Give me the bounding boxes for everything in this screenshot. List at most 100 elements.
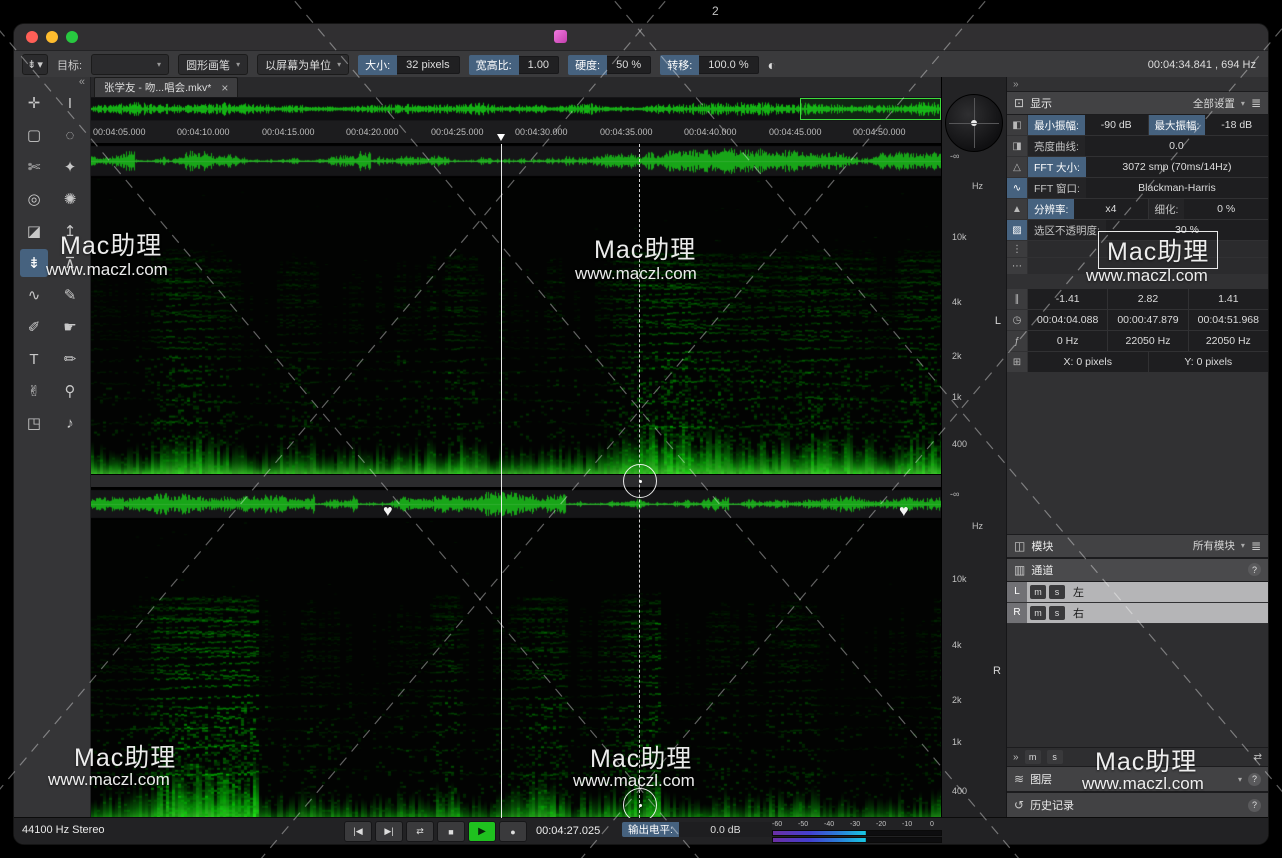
audio-tool[interactable]: ♪ bbox=[56, 409, 84, 437]
dashed-pattern-icon[interactable]: ⋯ bbox=[1007, 258, 1027, 274]
collapse-right-panel-icon[interactable]: » bbox=[1013, 79, 1019, 90]
target-select[interactable]: ▾ bbox=[91, 54, 169, 75]
spot-tool[interactable]: ◎ bbox=[20, 185, 48, 213]
brush-shape-select[interactable]: 圆形画笔▾ bbox=[178, 54, 248, 75]
text-cursor-tool[interactable]: I bbox=[56, 89, 84, 117]
menu-icon[interactable]: ≣ bbox=[1251, 96, 1261, 110]
flare-tool[interactable]: ✺ bbox=[56, 185, 84, 213]
stop-button[interactable]: ■ bbox=[437, 821, 465, 842]
pixel-y: Y: 0 pixels bbox=[1149, 352, 1269, 372]
fft-size-label: FFT 大小: bbox=[1028, 157, 1086, 177]
channel-divider[interactable] bbox=[91, 474, 941, 488]
menu-icon[interactable]: ≣ bbox=[1251, 539, 1261, 553]
skip-end-button[interactable]: ▶| bbox=[375, 821, 403, 842]
channels-section-header[interactable]: ▥ 通道 ? bbox=[1007, 558, 1268, 582]
minimize-window-button[interactable] bbox=[46, 31, 58, 43]
collapse-left-panel-icon[interactable]: « bbox=[79, 76, 85, 88]
hardness-field[interactable]: 硬度:50 % bbox=[568, 55, 651, 75]
pattern-row: ⋮ bbox=[1007, 241, 1268, 257]
finger-tool[interactable]: ☛ bbox=[56, 313, 84, 341]
history-section-header[interactable]: ↺ 历史记录 ? bbox=[1007, 792, 1268, 818]
transfer-field[interactable]: 转移:100.0 % bbox=[660, 55, 758, 75]
amplitude-row: ◧ 最小振幅:-90 dB 最大振幅:-18 dB bbox=[1007, 115, 1268, 135]
layers-section-header[interactable]: ≋ 图层 ▾ ? bbox=[1007, 766, 1268, 792]
brightness-field[interactable]: 亮度曲线:0.0 bbox=[1028, 136, 1268, 156]
lift-tool[interactable]: ↥ bbox=[56, 217, 84, 245]
loop-button[interactable]: ⇄ bbox=[406, 821, 434, 842]
record-button[interactable]: ● bbox=[499, 821, 527, 842]
selection-opacity-field[interactable]: 选区不透明度:30 % bbox=[1028, 220, 1268, 240]
selection-opacity-icon: ▨ bbox=[1007, 220, 1027, 240]
overview-range-box[interactable] bbox=[800, 98, 941, 120]
overview-strip[interactable] bbox=[91, 98, 941, 121]
transfer-tool-icon: ⇟ bbox=[27, 58, 36, 71]
brush-size-field[interactable]: 大小:32 pixels bbox=[358, 55, 459, 75]
pencil-tool[interactable]: ✎ bbox=[56, 281, 84, 309]
marquee-select-tool[interactable]: ▢ bbox=[20, 121, 48, 149]
modules-preset-select[interactable]: 所有模块 bbox=[1193, 538, 1235, 553]
hand-tool[interactable]: ✌ bbox=[20, 377, 48, 405]
transfer-tool[interactable]: ⇟ bbox=[20, 249, 48, 277]
playhead-marker[interactable] bbox=[497, 134, 505, 141]
solo-button[interactable]: s bbox=[1049, 606, 1065, 620]
aspect-ratio-field[interactable]: 宽高比:1.00 bbox=[469, 55, 559, 75]
play-button[interactable]: ▶ bbox=[468, 821, 496, 842]
lasso-select-tool[interactable]: ◌ bbox=[56, 121, 84, 149]
swap-icon[interactable]: ⇄ bbox=[1254, 752, 1262, 763]
waveform-left-canvas[interactable] bbox=[91, 144, 941, 178]
mute-button[interactable]: m bbox=[1030, 585, 1046, 599]
close-window-button[interactable] bbox=[26, 31, 38, 43]
stamp-tool[interactable]: ⊼ bbox=[56, 249, 84, 277]
mute-button[interactable]: m bbox=[1030, 606, 1046, 620]
help-icon[interactable]: ? bbox=[1248, 563, 1261, 576]
units-select[interactable]: 以屏幕为单位▾ bbox=[257, 54, 349, 75]
size-label: 大小: bbox=[358, 55, 397, 75]
dotted-pattern-icon[interactable]: ⋮ bbox=[1007, 241, 1027, 257]
refinement-field[interactable]: 细化:0 % bbox=[1149, 199, 1269, 219]
magic-wand-tool[interactable]: ✦ bbox=[56, 153, 84, 181]
target-tool-button[interactable]: ⇟▾ bbox=[22, 54, 48, 75]
type-tool[interactable]: T bbox=[20, 345, 48, 373]
expand-icon[interactable]: » bbox=[1013, 752, 1019, 763]
time-ruler[interactable]: 00:04:05.000 00:04:10.000 00:04:15.000 0… bbox=[91, 121, 941, 144]
cursor-position-readout: 00:04:34.841 , 694 Hz bbox=[1148, 59, 1260, 71]
pen-tool[interactable]: ✐ bbox=[20, 313, 48, 341]
modules-section-header[interactable]: ◫ 模块 所有模块 ▾ ≣ bbox=[1007, 534, 1268, 558]
display-preset-select[interactable]: 全部设置 bbox=[1193, 96, 1235, 111]
help-icon[interactable]: ? bbox=[1248, 773, 1261, 786]
min-amplitude-value: -90 dB bbox=[1085, 115, 1148, 135]
jog-wheel[interactable] bbox=[945, 94, 1003, 152]
channel-row-right[interactable]: R m s 右 bbox=[1007, 603, 1268, 623]
document-tab[interactable]: 张学友 - 吻...唱会.mkv* × bbox=[94, 77, 238, 97]
master-solo-button[interactable]: s bbox=[1047, 750, 1063, 764]
knife-tool[interactable]: ✄ bbox=[20, 153, 48, 181]
channel-row-left[interactable]: L m s 左 bbox=[1007, 582, 1268, 602]
solo-button[interactable]: s bbox=[1049, 585, 1065, 599]
chevron-down-icon[interactable]: ▾ bbox=[1238, 775, 1242, 784]
waveform-right-canvas[interactable] bbox=[91, 488, 941, 520]
fft-size-field[interactable]: FFT 大小:3072 smp (70ms/14Hz) bbox=[1028, 157, 1268, 177]
master-mute-button[interactable]: m bbox=[1025, 750, 1041, 764]
freq-span: 22050 Hz bbox=[1108, 331, 1187, 351]
move-tool[interactable]: ✛ bbox=[20, 89, 48, 117]
max-amplitude-field[interactable]: 最大振幅:-18 dB bbox=[1149, 115, 1269, 135]
contrast-icon[interactable]: ◐ bbox=[768, 57, 776, 73]
close-tab-icon[interactable]: × bbox=[221, 82, 228, 94]
meter-scale: -60 -50 -40 -30 -20 -10 0 bbox=[772, 820, 942, 829]
draw-tool[interactable]: ✏ bbox=[56, 345, 84, 373]
min-amplitude-field[interactable]: 最小振幅:-90 dB bbox=[1028, 115, 1148, 135]
fft-window-field[interactable]: FFT 窗口:Blackman-Harris bbox=[1028, 178, 1268, 198]
resolution-field[interactable]: 分辨率:x4 bbox=[1028, 199, 1148, 219]
help-icon[interactable]: ? bbox=[1248, 799, 1261, 812]
spectrogram-right-canvas[interactable] bbox=[91, 520, 941, 818]
zoom-tool[interactable]: ⚲ bbox=[56, 377, 84, 405]
cube-tool[interactable]: ◳ bbox=[20, 409, 48, 437]
output-level-field[interactable]: 输出电平: 0.0 dB bbox=[622, 822, 772, 837]
spectrogram-left-canvas[interactable] bbox=[91, 178, 941, 474]
display-section-header[interactable]: ⊡ 显示 全部设置 ▾ ≣ bbox=[1007, 91, 1268, 115]
skip-start-button[interactable]: |◀ bbox=[344, 821, 372, 842]
curve-tool[interactable]: ∿ bbox=[20, 281, 48, 309]
stat-min: -1.41 bbox=[1028, 289, 1107, 309]
zoom-window-button[interactable] bbox=[66, 31, 78, 43]
eraser-tool[interactable]: ◪ bbox=[20, 217, 48, 245]
